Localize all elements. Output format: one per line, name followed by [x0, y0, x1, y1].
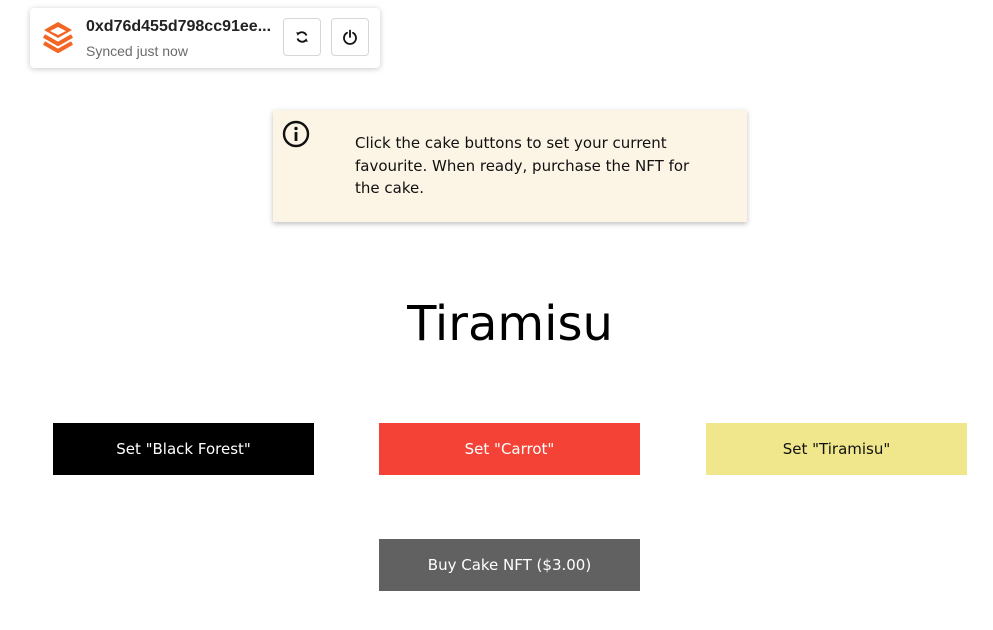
- buy-cake-nft-button[interactable]: Buy Cake NFT ($3.00): [379, 539, 640, 591]
- layered-stack-logo-icon: [43, 22, 73, 53]
- sync-button[interactable]: [283, 18, 321, 56]
- current-cake-title: Tiramisu: [407, 296, 613, 352]
- sync-icon: [296, 31, 308, 43]
- power-icon: [343, 29, 357, 45]
- info-message: Click the cake buttons to set your curre…: [355, 134, 690, 197]
- disconnect-button[interactable]: [331, 18, 369, 56]
- info-banner: Click the cake buttons to set your curre…: [273, 110, 747, 222]
- page: 0xd76d455d798cc91ee... Synced just now C…: [0, 0, 993, 630]
- set-carrot-button[interactable]: Set "Carrot": [379, 423, 640, 475]
- sync-status: Synced just now: [86, 43, 188, 59]
- wallet-address: 0xd76d455d798cc91ee...: [86, 18, 272, 35]
- info-icon: [282, 120, 310, 148]
- set-tiramisu-button[interactable]: Set "Tiramisu": [706, 423, 967, 475]
- set-black-forest-button[interactable]: Set "Black Forest": [53, 423, 314, 475]
- wallet-widget: 0xd76d455d798cc91ee... Synced just now: [30, 8, 380, 68]
